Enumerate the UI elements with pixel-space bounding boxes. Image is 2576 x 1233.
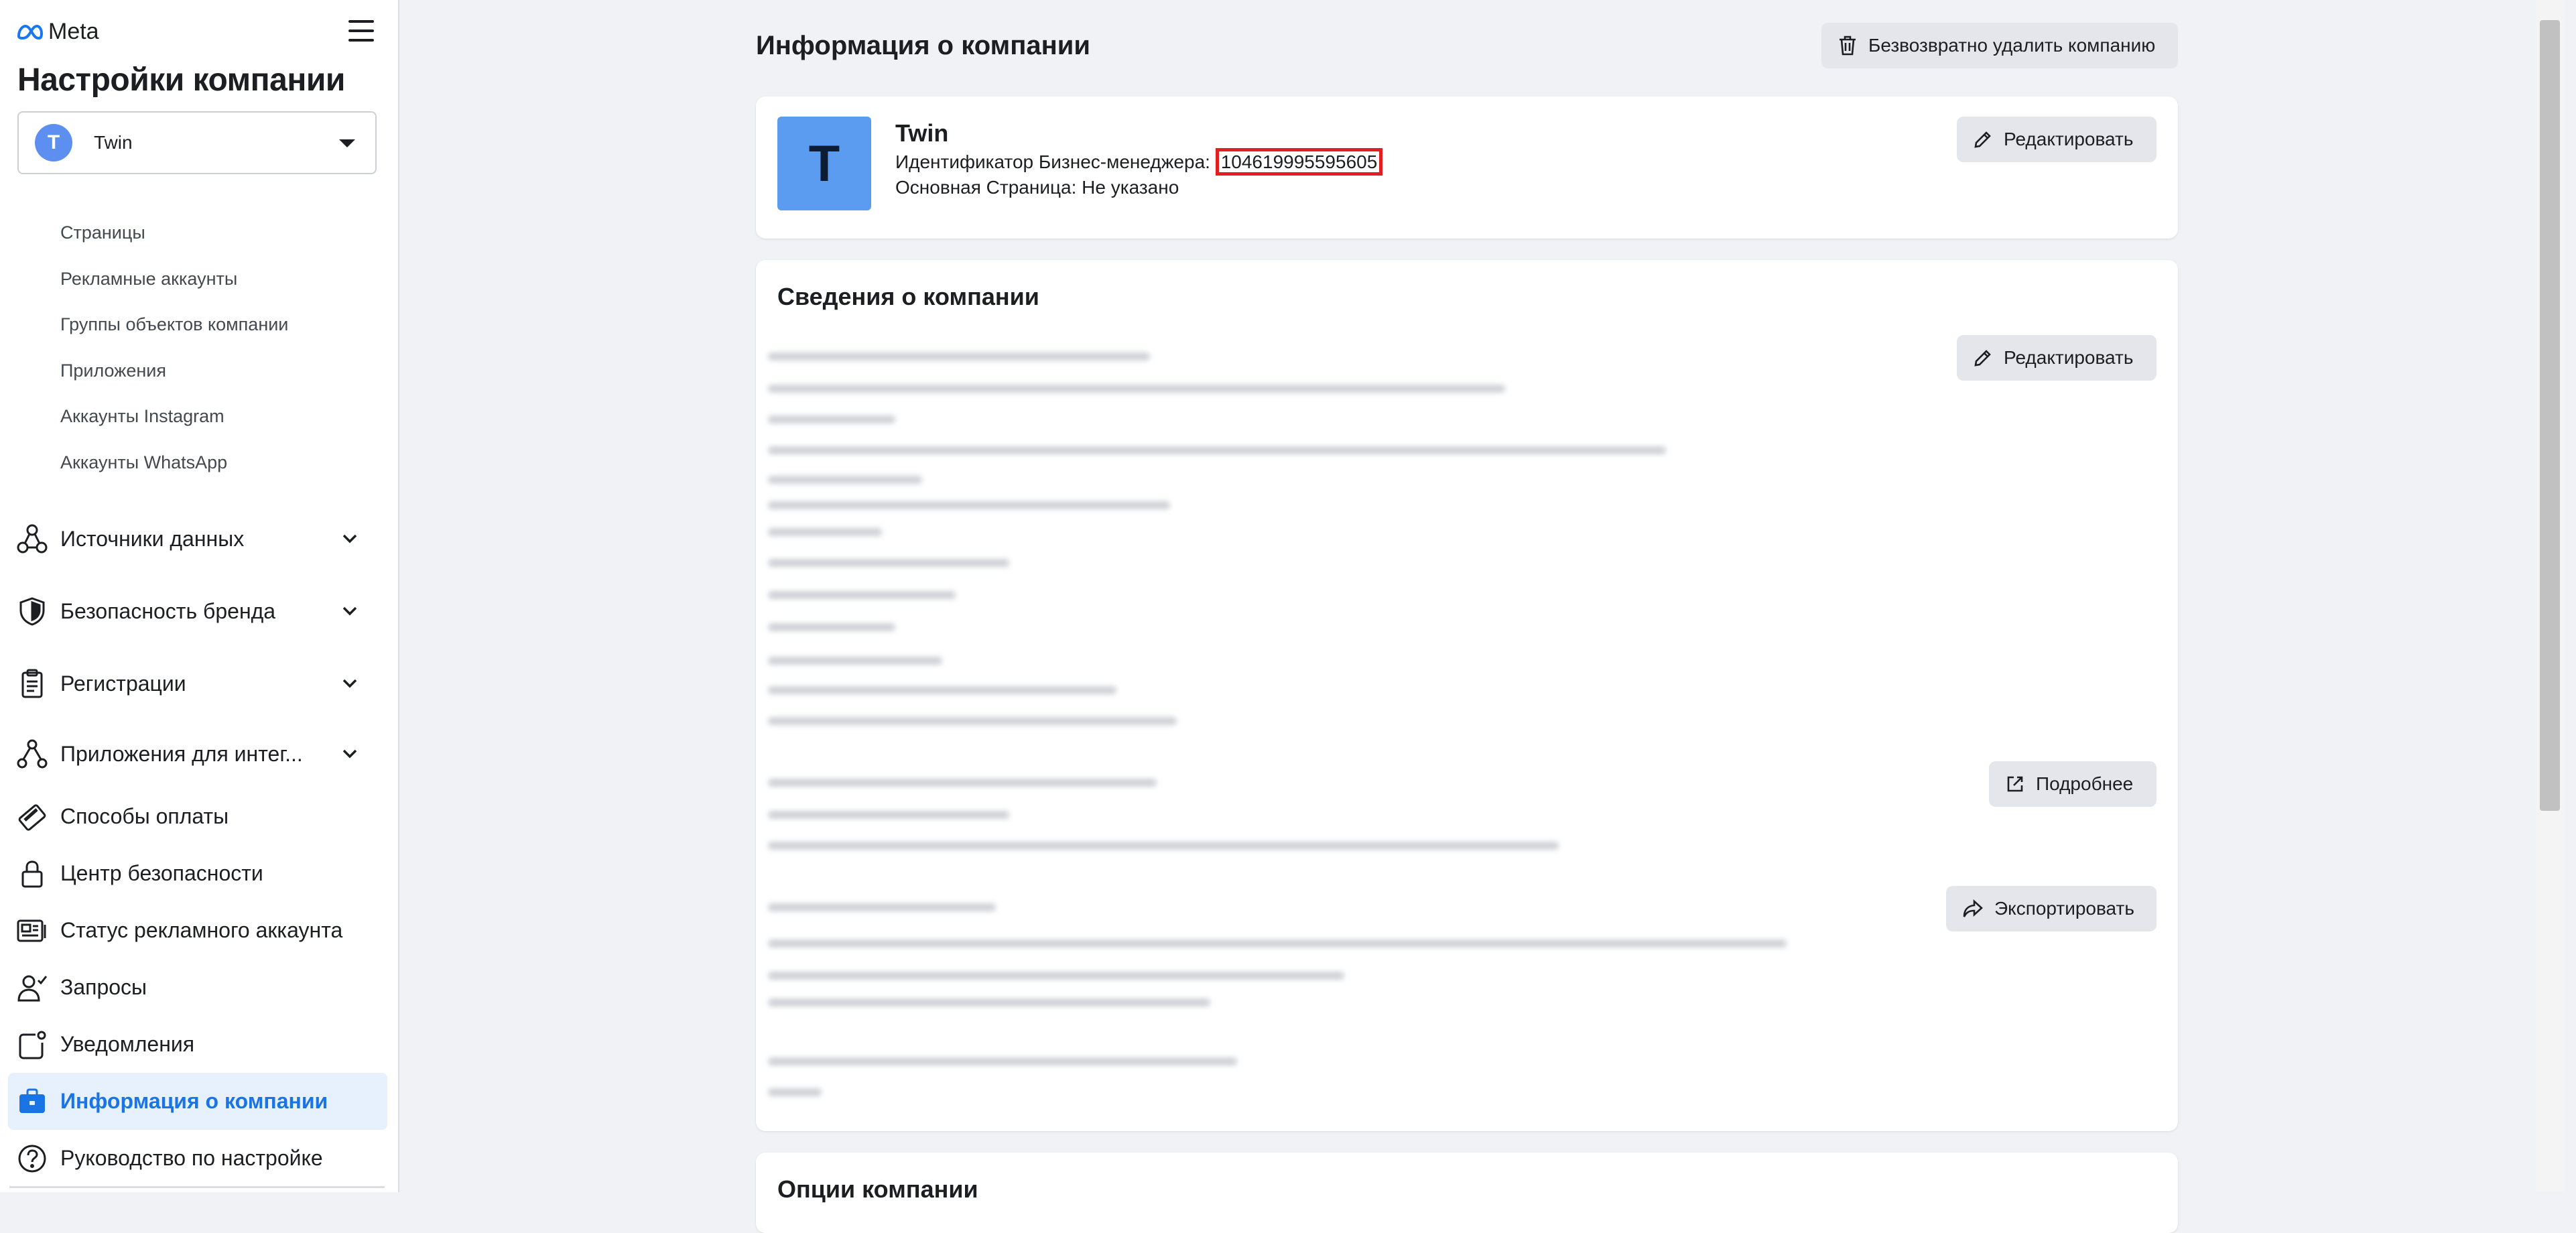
sidebar-nav: Источники данных Безопасность бренда Рег… [0,503,399,1187]
sidebar-item-setup-guide[interactable]: Руководство по настройке [0,1130,399,1187]
redacted-text [768,591,956,599]
pencil-icon [1973,348,1993,368]
sidebar-item-data-sources[interactable]: Источники данных [0,503,399,575]
edit-details-label: Редактировать [2004,347,2134,368]
sidebar-divider [9,1186,385,1188]
company-options-card: Опции компании [756,1153,2178,1233]
redacted-text [768,559,1009,567]
more-info-button[interactable]: Подробнее [1989,761,2156,807]
edit-company-label: Редактировать [2004,129,2134,149]
sidebar-item-payment-methods[interactable]: Способы оплаты [0,788,399,845]
meta-wordmark: Meta [48,19,99,44]
sidebar-item-integration-apps[interactable]: Приложения для интег... [0,720,399,788]
sidebar-item-instagram-accounts[interactable]: Аккаунты Instagram [60,406,288,452]
redacted-text [768,476,922,484]
redacted-text [768,1088,822,1096]
sidebar-item-whatsapp-accounts[interactable]: Аккаунты WhatsApp [60,452,288,499]
shield-icon [15,594,50,629]
trash-icon [1838,35,1858,56]
business-manager-id-label: Идентификатор Бизнес-менеджера: [895,151,1210,172]
redacted-text [768,972,1344,980]
sidebar-item-notifications[interactable]: Уведомления [0,1016,399,1073]
meta-logo[interactable]: Meta [16,19,99,45]
chevron-down-icon [340,677,359,690]
more-info-label: Подробнее [2036,773,2134,794]
scrollbar-thumb[interactable] [2540,20,2560,811]
business-manager-id-value[interactable]: 104619995595605 [1215,148,1383,176]
page-title: Информация о компании [756,31,1090,60]
sidebar-item-company-info[interactable]: Информация о компании [8,1073,387,1130]
company-details-title: Сведения о компании [777,283,1039,310]
redacted-text [768,686,1116,694]
sidebar-item-ad-accounts[interactable]: Рекламные аккаунты [60,269,288,315]
chevron-down-icon [340,747,359,761]
redacted-text [768,501,1170,509]
lock-icon [15,856,50,891]
clipboard-icon [15,666,50,701]
sidebar-item-apps[interactable]: Приложения [60,361,288,407]
redacted-text [768,446,1666,454]
company-name: Twin [895,119,949,147]
sidebar-item-requests[interactable]: Запросы [0,959,399,1016]
share-arrow-icon [1962,899,1984,919]
external-link-icon [2005,774,2025,794]
delete-company-button[interactable]: Безвозвратно удалить компанию [1821,23,2178,68]
redacted-text [768,903,996,911]
sidebar-item-pages[interactable]: Страницы [60,222,288,269]
company-details-card: Сведения о компании Редактировать Подроб… [756,260,2178,1131]
sidebar-item-security-center[interactable]: Центр безопасности [0,845,399,902]
delete-company-label: Безвозвратно удалить компанию [1868,35,2156,56]
sidebar-item-registrations[interactable]: Регистрации [0,647,399,720]
redacted-text [768,657,942,665]
briefcase-icon [15,1084,50,1119]
redacted-text [768,939,1787,948]
pencil-icon [1973,129,1993,149]
meta-infinity-icon [16,24,44,40]
company-options-title: Опции компании [777,1175,978,1203]
menu-toggle-icon[interactable] [348,20,374,44]
data-sources-icon [15,521,50,556]
business-manager-id-row: Идентификатор Бизнес-менеджера: 10461999… [895,148,1383,176]
redacted-text [768,1057,1237,1065]
edit-company-button[interactable]: Редактировать [1957,117,2156,162]
person-check-icon [15,970,50,1005]
redacted-text [768,842,1559,850]
company-logo: T [777,117,871,210]
company-card: T Twin Идентификатор Бизнес-менеджера: 1… [756,96,2178,239]
chevron-down-icon [340,532,359,545]
company-selector-name: Twin [94,132,133,153]
sidebar-title: Настройки компании [17,62,345,98]
sidebar-item-business-asset-groups[interactable]: Группы объектов компании [60,314,288,361]
help-icon [15,1141,50,1176]
redacted-text [768,779,1157,787]
redacted-text [768,811,1009,819]
sidebar: Meta Настройки компании T Twin Страницы … [0,0,399,1192]
chevron-down-icon [340,604,359,618]
redacted-text [768,415,895,424]
redacted-text [768,385,1505,393]
credit-card-icon [15,799,50,834]
sidebar-item-brand-safety[interactable]: Безопасность бренда [0,575,399,647]
integrations-icon [15,736,50,771]
caret-down-icon [339,139,355,147]
redacted-text [768,717,1177,725]
primary-page-info: Основная Страница: Не указано [895,177,1179,198]
redacted-text [768,528,882,536]
redacted-text [768,623,895,631]
redacted-text [768,352,1150,361]
sidebar-item-ad-account-status[interactable]: Статус рекламного аккаунта [0,902,399,959]
edit-details-button[interactable]: Редактировать [1957,335,2156,381]
ad-account-status-icon [15,913,50,948]
redacted-text [768,998,1210,1007]
accounts-subitems: Страницы Рекламные аккаунты Группы объек… [60,222,288,498]
export-label: Экспортировать [1994,898,2134,919]
notifications-icon [15,1027,50,1062]
company-selector[interactable]: T Twin [17,111,377,174]
export-button[interactable]: Экспортировать [1946,886,2156,931]
company-avatar: T [35,124,72,161]
